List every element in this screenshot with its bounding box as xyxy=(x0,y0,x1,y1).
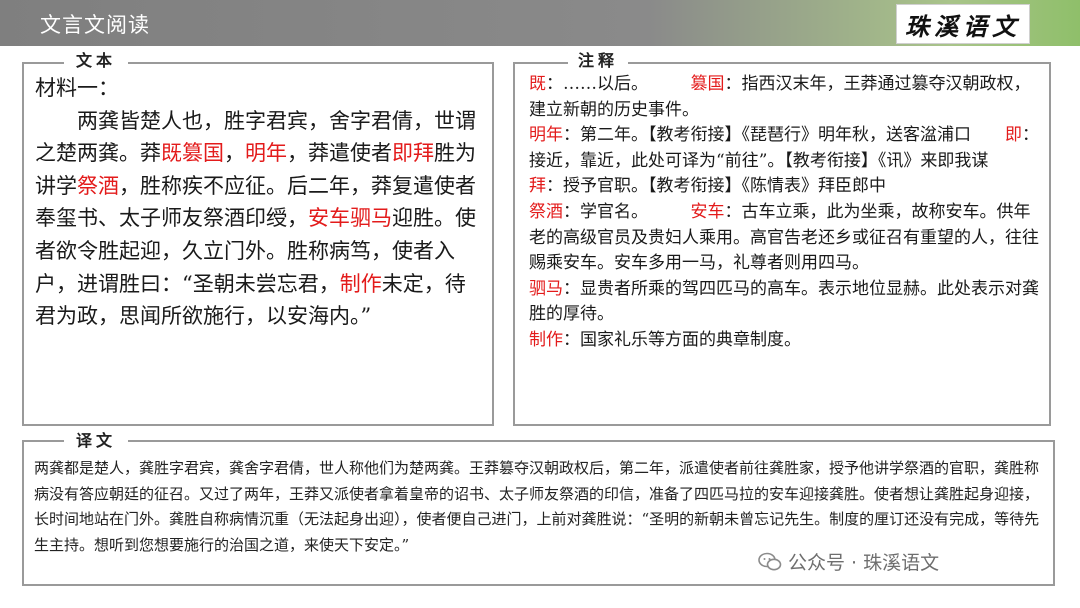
highlight-term: 制作 xyxy=(339,271,382,296)
note-term: 祭酒 xyxy=(529,201,563,222)
note-item: 拜：授予官职。【教考衔接】《陈情表》拜臣郎中 xyxy=(529,174,1043,200)
note-item: 制作：国家礼乐等方面的典章制度。 xyxy=(529,328,1043,354)
note-item: 驷马：显贵者所乘的驾四匹马的高车。表示地位显赫。此处表示对龚胜的厚待。 xyxy=(529,277,1043,328)
note-gap xyxy=(640,74,691,94)
note-term: 拜 xyxy=(529,176,546,197)
watermark-text: 公众号 · 珠溪语文 xyxy=(788,552,940,574)
notes-panel: 既：……以后。 篡国：指西汉末年，王莽通过篡夺汉朝政权，建立新朝的历史事件。 明… xyxy=(513,62,1051,426)
notes-tag: 注释 xyxy=(568,50,628,72)
note-text: ：授予官职。【教考衔接】《陈情表》拜臣郎中 xyxy=(546,176,886,197)
note-term: 即 xyxy=(1005,125,1022,146)
note-term: 驷马 xyxy=(529,278,563,299)
note-text: ：第二年。【教考衔接】《琵琶行》明年秋，送客湓浦口 xyxy=(563,125,971,146)
note-text: ：国家礼乐等方面的典章制度。 xyxy=(563,329,801,350)
watermark: 公众号 · 珠溪语文 xyxy=(758,548,939,575)
page-title: 文言文阅读 xyxy=(40,13,150,37)
highlight-term: 明年 xyxy=(245,141,287,166)
note-item: 祭酒：学官名。 安车：古车立乘，此为坐乘，故称安车。供年老的高级官员及贵妇人乘用… xyxy=(529,200,1043,277)
source-text: 材料一： 两龚皆楚人也，胜字君宾，舍字君倩，世谓之楚两龚。莽既篡国，明年，莽遣使… xyxy=(35,72,485,333)
highlight-term: 既篡国 xyxy=(161,141,224,166)
highlight-term: 祭酒 xyxy=(77,173,119,198)
note-gap xyxy=(971,125,1005,145)
note-term: 制作 xyxy=(529,329,563,350)
note-term: 篡国 xyxy=(690,74,725,94)
note-item: 既：……以后。 篡国：指西汉末年，王莽通过篡夺汉朝政权，建立新朝的历史事件。 xyxy=(529,72,1043,123)
highlight-term: 安车驷马 xyxy=(308,206,392,231)
highlight-term: 即拜 xyxy=(392,141,434,166)
source-tag: 文本 xyxy=(64,50,128,72)
note-item: 明年：第二年。【教考衔接】《琵琶行》明年秋，送客湓浦口 即：接近，靠近，此处可译… xyxy=(529,123,1043,174)
note-text: ：学官名。 xyxy=(563,201,640,222)
logo-text: 珠溪语文 xyxy=(905,11,1021,41)
wechat-icon xyxy=(758,552,782,570)
source-seg: ， xyxy=(224,141,245,166)
source-text-panel: 材料一： 两龚皆楚人也，胜字君宾，舍字君倩，世谓之楚两龚。莽既篡国，明年，莽遣使… xyxy=(22,62,494,426)
translation-tag: 译文 xyxy=(64,430,128,452)
logo: 珠溪语文 xyxy=(896,4,1030,44)
note-term: 安车 xyxy=(690,201,725,222)
source-heading: 材料一： xyxy=(35,76,119,100)
source-paragraph: 两龚皆楚人也，胜字君宾，舍字君倩，世谓之楚两龚。莽既篡国，明年，莽遣使者即拜胜为… xyxy=(35,105,485,333)
translation-text: 两龚都是楚人，龚胜字君宾，龚舍字君倩，世人称他们为楚两龚。王莽篡夺汉朝政权后，第… xyxy=(34,459,1040,554)
note-text: ：……以后。 xyxy=(546,74,640,94)
note-text: ：显贵者所乘的驾四匹马的高车。表示地位显赫。此处表示对龚胜的厚待。 xyxy=(529,278,1039,325)
notes-list: 既：……以后。 篡国：指西汉末年，王莽通过篡夺汉朝政权，建立新朝的历史事件。 明… xyxy=(529,72,1043,354)
note-term: 明年 xyxy=(529,125,563,146)
note-term: 既 xyxy=(529,74,546,94)
source-seg: ，莽遣使者 xyxy=(287,141,392,166)
note-gap xyxy=(640,202,691,222)
